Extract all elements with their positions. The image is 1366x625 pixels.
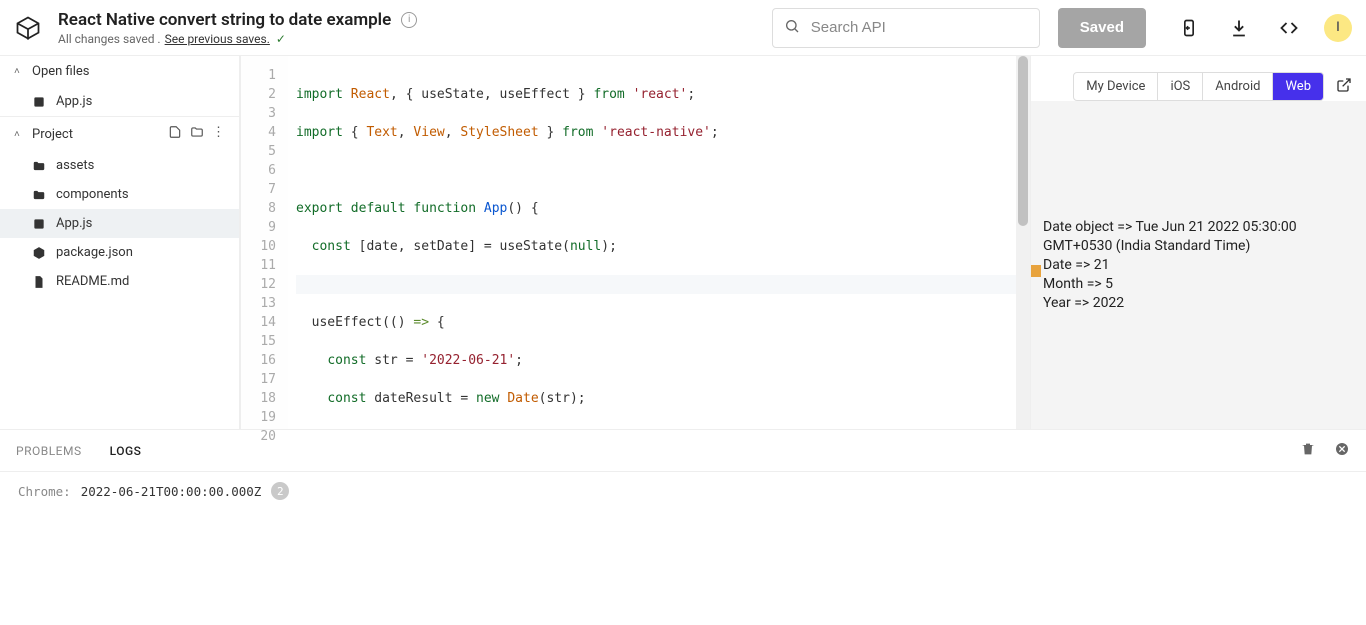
open-file-item[interactable]: App.js — [0, 87, 239, 116]
save-status-text: All changes saved . — [58, 32, 161, 46]
log-line: Chrome: 2022-06-21T00:00:00.000Z 2 — [18, 482, 1348, 500]
previous-saves-link[interactable]: See previous saves. — [165, 32, 270, 46]
preview-panel: My DeviceiOSAndroidWeb Date object => Tu… — [1030, 56, 1366, 429]
device-tab-web[interactable]: Web — [1273, 73, 1323, 100]
log-source: Chrome: — [18, 484, 71, 499]
code-editor[interactable]: 1234567891011121314151617181920 import R… — [240, 56, 1030, 429]
tab-problems[interactable]: PROBLEMS — [16, 444, 82, 458]
avatar[interactable]: I — [1324, 14, 1352, 42]
log-count-badge: 2 — [271, 482, 289, 500]
project-section[interactable]: ˄ Project ⋮ — [0, 116, 239, 151]
chevron-up-icon: ˄ — [14, 66, 26, 77]
scroll-thumb[interactable] — [1018, 56, 1028, 226]
embed-icon[interactable] — [1278, 17, 1300, 39]
project-file-item[interactable]: package.json — [0, 238, 239, 267]
saved-button[interactable]: Saved — [1058, 8, 1146, 48]
page-title: React Native convert string to date exam… — [58, 10, 391, 30]
line-gutter: 1234567891011121314151617181920 — [240, 56, 288, 429]
js-file-icon — [30, 95, 48, 109]
preview-output: Date object => Tue Jun 21 2022 05:30:00 … — [1031, 101, 1366, 429]
search-input[interactable] — [772, 8, 1040, 48]
device-tab-ios[interactable]: iOS — [1158, 73, 1203, 100]
device-icon[interactable] — [1178, 17, 1200, 39]
project-file-item[interactable]: App.js — [0, 209, 239, 238]
preview-line: Year => 2022 — [1043, 294, 1354, 313]
project-file-item[interactable]: assets — [0, 151, 239, 180]
open-files-section[interactable]: ˄ Open files — [0, 56, 239, 87]
preview-strip — [1031, 265, 1041, 277]
logs-body: Chrome: 2022-06-21T00:00:00.000Z 2 — [0, 472, 1366, 625]
device-tab-my-device[interactable]: My Device — [1074, 73, 1158, 100]
project-file-item[interactable]: components — [0, 180, 239, 209]
bottom-panel: PROBLEMS LOGS Chrome: 2022-06-21T00:00:0… — [0, 429, 1366, 625]
folder-icon — [30, 188, 48, 202]
package-icon — [30, 246, 48, 260]
project-file-item[interactable]: README.md — [0, 267, 239, 296]
preview-line: Month => 5 — [1043, 275, 1354, 294]
chevron-up-icon: ˄ — [14, 129, 26, 140]
preview-line: Date => 21 — [1043, 256, 1354, 275]
preview-line: Date object => Tue Jun 21 2022 05:30:00 … — [1043, 218, 1354, 256]
check-icon: ✓ — [276, 32, 286, 46]
info-icon[interactable]: i — [401, 12, 417, 28]
device-tab-android[interactable]: Android — [1203, 73, 1273, 100]
js-icon — [30, 217, 48, 231]
search-icon — [784, 18, 800, 38]
download-icon[interactable] — [1228, 17, 1250, 39]
new-folder-icon[interactable] — [190, 125, 204, 143]
file-icon — [30, 275, 48, 289]
trash-icon[interactable] — [1300, 441, 1316, 461]
sidebar: ˄ Open files App.js ˄ Project ⋮ assetsco… — [0, 56, 240, 429]
tab-logs[interactable]: LOGS — [110, 444, 142, 458]
new-file-icon[interactable] — [168, 125, 182, 143]
brand-logo[interactable] — [14, 14, 42, 42]
more-icon[interactable]: ⋮ — [212, 125, 225, 143]
close-panel-icon[interactable] — [1334, 441, 1350, 461]
folder-icon — [30, 159, 48, 173]
device-tabs: My DeviceiOSAndroidWeb — [1073, 72, 1324, 101]
popout-icon[interactable] — [1336, 77, 1352, 97]
code-area[interactable]: import React, { useState, useEffect } fr… — [288, 56, 1030, 429]
editor-scrollbar[interactable] — [1016, 56, 1030, 429]
log-message: 2022-06-21T00:00:00.000Z — [81, 484, 262, 499]
